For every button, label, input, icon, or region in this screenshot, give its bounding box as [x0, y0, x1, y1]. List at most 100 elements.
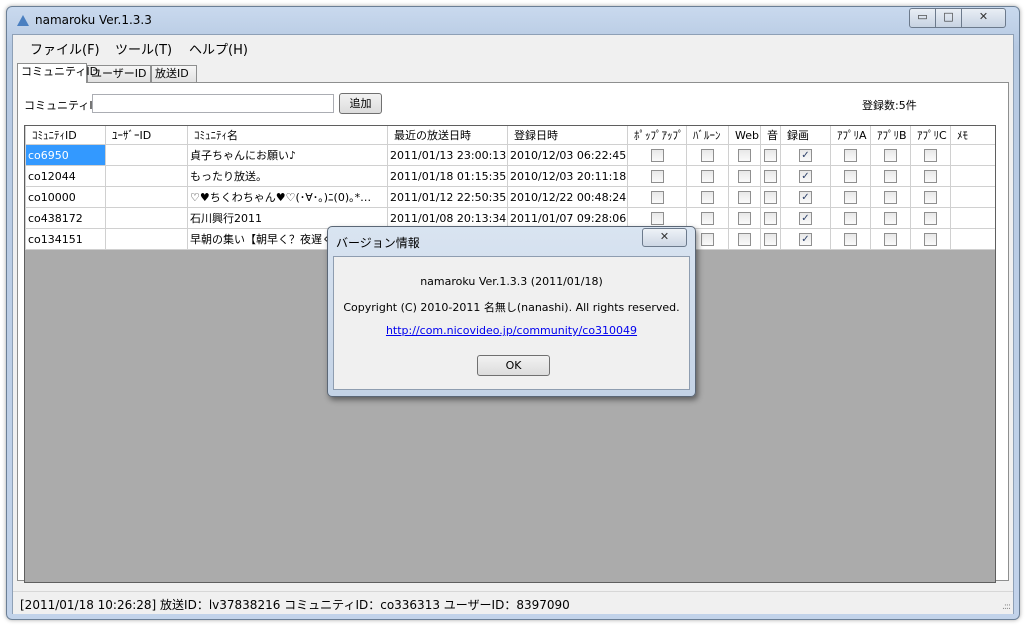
app-b-checkbox[interactable]: [884, 232, 897, 246]
app-a-checkbox[interactable]: [844, 190, 857, 204]
add-button[interactable]: 追加: [339, 93, 382, 114]
cell-app-c: [910, 165, 951, 187]
col-app-c[interactable]: ｱﾌﾟﾘC: [910, 126, 951, 145]
cell-last-broadcast[interactable]: 2011/01/12 22:50:35: [387, 186, 508, 208]
balloon-checkbox[interactable]: [701, 211, 714, 225]
app-c-checkbox[interactable]: [924, 169, 937, 183]
cell-registered[interactable]: 2010/12/03 20:11:18: [507, 165, 628, 187]
maximize-button[interactable]: □: [935, 8, 962, 28]
about-close-button[interactable]: ✕: [642, 228, 687, 247]
web-checkbox[interactable]: [738, 211, 751, 225]
cell-memo[interactable]: [950, 207, 995, 229]
col-app-a[interactable]: ｱﾌﾟﾘA: [830, 126, 871, 145]
app-c-checkbox[interactable]: [924, 211, 937, 225]
web-checkbox[interactable]: [738, 232, 751, 246]
popup-checkbox[interactable]: [650, 169, 664, 183]
close-button[interactable]: ✕: [961, 8, 1006, 28]
cell-user-id[interactable]: [105, 228, 188, 250]
menu-tools[interactable]: ツール(T): [115, 39, 172, 58]
cell-user-id[interactable]: [105, 186, 188, 208]
community-id-input[interactable]: [92, 94, 334, 113]
cell-registered[interactable]: 2010/12/22 00:48:24: [507, 186, 628, 208]
resize-grip[interactable]: .:::: [1002, 602, 1011, 612]
cell-memo[interactable]: [950, 228, 995, 250]
app-c-checkbox[interactable]: [924, 148, 937, 162]
popup-checkbox[interactable]: [650, 190, 664, 204]
web-checkbox[interactable]: [738, 148, 751, 162]
col-web[interactable]: Web: [728, 126, 761, 145]
app-c-checkbox[interactable]: [924, 190, 937, 204]
table-row[interactable]: co12044 もったり放送。 2011/01/18 01:15:35 2010/12…: [25, 165, 995, 187]
sound-checkbox[interactable]: [764, 211, 777, 225]
cell-community-id[interactable]: co134151: [25, 228, 106, 250]
title-bar[interactable]: namaroku Ver.1.3.3 ▭ □ ✕: [7, 7, 1019, 35]
app-b-checkbox[interactable]: [884, 211, 897, 225]
balloon-checkbox[interactable]: [701, 190, 714, 204]
cell-last-broadcast[interactable]: 2011/01/13 23:00:13: [387, 144, 508, 166]
cell-registered[interactable]: 2010/12/03 06:22:45: [507, 144, 628, 166]
balloon-checkbox[interactable]: [701, 232, 714, 246]
col-memo[interactable]: ﾒﾓ: [950, 126, 995, 145]
app-a-checkbox[interactable]: [844, 169, 857, 183]
cell-community-id[interactable]: co438172: [25, 207, 106, 229]
app-b-checkbox[interactable]: [884, 148, 897, 162]
app-a-checkbox[interactable]: [844, 232, 857, 246]
cell-memo[interactable]: [950, 186, 995, 208]
col-popup[interactable]: ﾎﾟｯﾌﾟｱｯﾌﾟ: [627, 126, 687, 145]
cell-user-id[interactable]: [105, 207, 188, 229]
record-checkbox[interactable]: ✓: [799, 211, 812, 225]
col-community-name[interactable]: ｺﾐｭﾆﾃｨ名: [187, 126, 388, 145]
cell-last-broadcast[interactable]: 2011/01/18 01:15:35: [387, 165, 508, 187]
cell-memo[interactable]: [950, 165, 995, 187]
app-b-checkbox[interactable]: [884, 169, 897, 183]
col-record[interactable]: 録画: [780, 126, 831, 145]
cell-community-id[interactable]: co12044: [25, 165, 106, 187]
menu-help[interactable]: ヘルプ(H): [189, 39, 248, 58]
app-b-checkbox[interactable]: [884, 190, 897, 204]
app-a-checkbox[interactable]: [844, 211, 857, 225]
popup-checkbox[interactable]: [650, 211, 664, 225]
app-c-checkbox[interactable]: [924, 232, 937, 246]
app-a-checkbox[interactable]: [844, 148, 857, 162]
community-link[interactable]: http://com.nicovideo.jp/community/co3100…: [386, 324, 637, 337]
cell-community-id[interactable]: co6950: [25, 144, 106, 166]
popup-checkbox[interactable]: [650, 148, 664, 162]
record-checkbox[interactable]: ✓: [799, 190, 812, 204]
cell-memo[interactable]: [950, 144, 995, 166]
record-checkbox[interactable]: ✓: [799, 148, 812, 162]
cell-balloon: [686, 144, 729, 166]
web-checkbox[interactable]: [738, 169, 751, 183]
cell-app-b: [870, 207, 911, 229]
col-sound[interactable]: 音: [760, 126, 781, 145]
sound-checkbox[interactable]: [764, 148, 777, 162]
menu-file[interactable]: ファイル(F): [30, 39, 100, 58]
col-balloon[interactable]: ﾊﾞﾙｰﾝ: [686, 126, 729, 145]
cell-user-id[interactable]: [105, 165, 188, 187]
cell-user-id[interactable]: [105, 144, 188, 166]
about-dialog: バージョン情報 ✕ namaroku Ver.1.3.3 (2011/01/18…: [327, 226, 696, 397]
table-row[interactable]: co10000 ♡♥ちくわちゃん♥♡(･∀･｡)ﾆ(0)｡*… 2011/01/12…: [25, 186, 995, 208]
col-community-id[interactable]: ｺﾐｭﾆﾃｨID: [25, 126, 106, 145]
record-checkbox[interactable]: ✓: [799, 232, 812, 246]
cell-name[interactable]: ♡♥ちくわちゃん♥♡(･∀･｡)ﾆ(0)｡*…: [187, 186, 388, 208]
tab-community-id[interactable]: コミュニティID: [17, 63, 98, 83]
col-last-broadcast[interactable]: 最近の放送日時: [387, 126, 508, 145]
sound-checkbox[interactable]: [764, 169, 777, 183]
tab-broadcast-id[interactable]: 放送ID: [151, 65, 197, 82]
web-checkbox[interactable]: [738, 190, 751, 204]
status-bar: [2011/01/18 10:26:28] 放送ID：lv37838216 コミ…: [13, 591, 1013, 614]
col-registered[interactable]: 登録日時: [507, 126, 628, 145]
cell-community-id[interactable]: co10000: [25, 186, 106, 208]
cell-name[interactable]: もったり放送。: [187, 165, 388, 187]
record-checkbox[interactable]: ✓: [799, 169, 812, 183]
col-user-id[interactable]: ﾕｰｻﾞｰID: [105, 126, 188, 145]
ok-button[interactable]: OK: [477, 355, 550, 376]
balloon-checkbox[interactable]: [701, 148, 714, 162]
minimize-button[interactable]: ▭: [909, 8, 936, 28]
sound-checkbox[interactable]: [764, 232, 777, 246]
table-row[interactable]: co6950 貞子ちゃんにお願い♪ 2011/01/13 23:00:13 2010/…: [25, 144, 995, 166]
sound-checkbox[interactable]: [764, 190, 777, 204]
col-app-b[interactable]: ｱﾌﾟﾘB: [870, 126, 911, 145]
cell-name[interactable]: 貞子ちゃんにお願い♪: [187, 144, 388, 166]
balloon-checkbox[interactable]: [701, 169, 714, 183]
